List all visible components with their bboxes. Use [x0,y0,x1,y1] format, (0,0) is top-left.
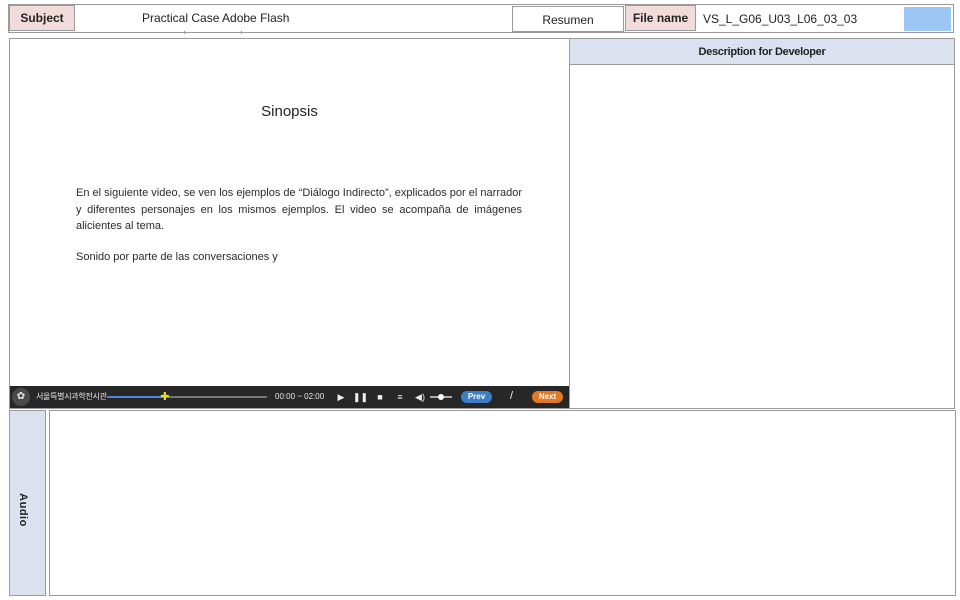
stop-icon[interactable]: ■ [373,390,387,404]
page-separator: / [510,390,514,402]
subject-label: Subject [9,5,75,31]
emblem-icon: ✿ [12,388,30,406]
volume-icon[interactable]: ◀) [413,390,427,404]
divider-tick [241,31,242,34]
screen-preview: Sinopsis En el siguiente video, se ven l… [9,38,570,409]
next-button[interactable]: Next [532,391,563,403]
body-paragraph: Sonido por parte de las conversaciones y [76,250,278,263]
pause-icon[interactable]: ❚❚ [353,390,368,404]
volume-knob[interactable] [438,394,444,400]
developer-description-header: Description for Developer [570,39,954,65]
audio-label-box: Audio [9,410,46,596]
player-time: 00:00 ~ 02:00 [275,392,325,401]
video-player-bar: ✿ 서울특별시과학전시관 ✚ 00:00 ~ 02:00 ▶ ❚❚ ■ ≡ ◀)… [10,386,569,408]
prev-button[interactable]: Prev [461,391,492,403]
screen-body: En el siguiente video, se ven los ejempl… [76,185,522,265]
body-paragraph: En el siguiente video, se ven los ejempl… [76,187,522,232]
developer-description-panel: Description for Developer [569,38,955,409]
divider-tick [184,31,185,34]
seek-progress [107,396,167,398]
subject-value: Practical Case Adobe Flash [142,11,290,25]
screen-title: Sinopsis [261,103,318,120]
volume-slider[interactable] [430,394,452,400]
player-organization: 서울특별시과학전시관 [36,392,107,401]
filename-label: File name [625,5,696,31]
section-name-box: Resumen [512,6,624,32]
filename-value: VS_L_G06_U03_L06_03_03 [703,12,858,26]
audio-notes-area [49,410,956,596]
header-color-swatch [904,7,951,31]
puzzle-piece-icon[interactable]: ✚ [160,391,172,403]
seek-bar[interactable]: ✚ [107,391,267,403]
play-icon[interactable]: ▶ [334,390,348,404]
menu-icon[interactable]: ≡ [393,390,407,404]
audio-label: Audio [17,493,29,527]
